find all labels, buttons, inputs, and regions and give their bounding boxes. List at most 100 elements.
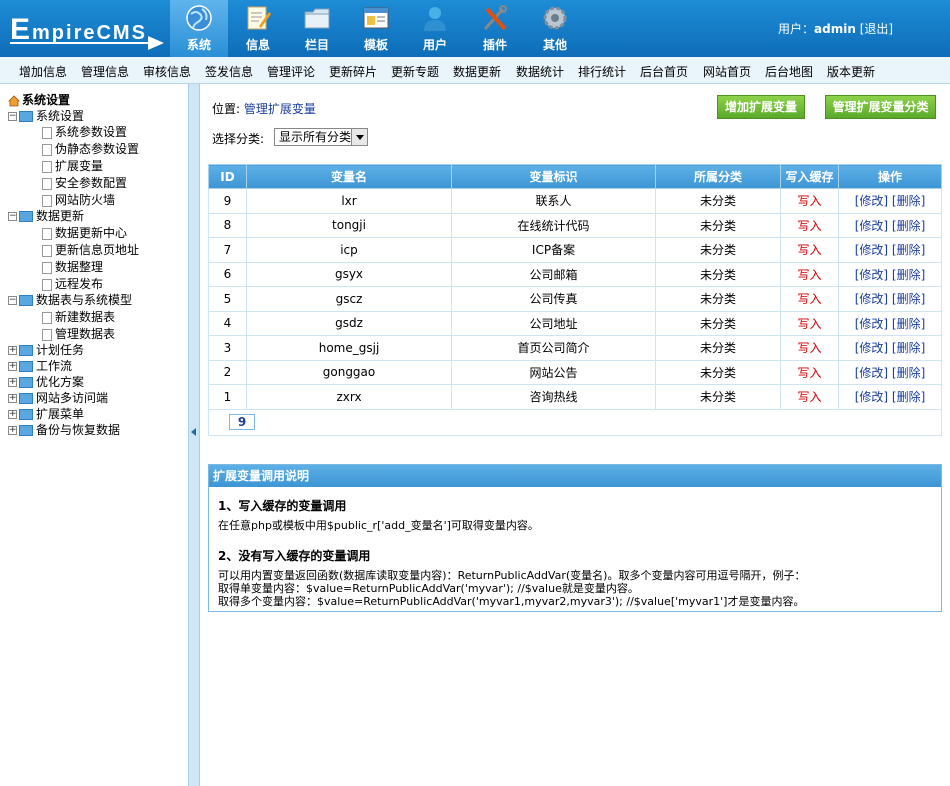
edit-link[interactable]: [修改] xyxy=(855,243,888,257)
table-row: 9 lxr 联系人 未分类 写入 [修改] [删除] xyxy=(208,188,942,214)
table-row: 1 zxrx 咨询热线 未分类 写入 [修改] [删除] xyxy=(208,384,942,410)
folder-icon xyxy=(19,377,33,388)
tree-group-backup-restore[interactable]: + 备份与恢复数据 xyxy=(8,422,120,438)
collapse-sidebar-arrow-icon[interactable] xyxy=(191,428,196,436)
tree-item-data-cleanup[interactable]: 数据整理 xyxy=(42,259,103,275)
add-ext-var-button[interactable]: 增加扩展变量 xyxy=(717,95,805,119)
expand-plus-icon[interactable]: + xyxy=(8,426,17,435)
filter-label: 选择分类: xyxy=(212,132,265,146)
tree-item-remote-publish[interactable]: 远程发布 xyxy=(42,276,103,292)
class-filter-select[interactable]: 显示所有分类 xyxy=(274,128,368,146)
cell-id: 3 xyxy=(208,335,247,361)
tree-group-optimization[interactable]: + 优化方案 xyxy=(8,374,84,390)
edit-link[interactable]: [修改] xyxy=(855,219,888,233)
delete-link[interactable]: [删除] xyxy=(892,243,925,257)
tree-group-data-update[interactable]: − 数据更新 xyxy=(8,208,84,224)
page-icon xyxy=(42,177,52,190)
nav-other[interactable]: 其他 xyxy=(526,0,584,57)
tree-group-system-settings[interactable]: − 系统设置 xyxy=(8,108,84,124)
cell-class: 未分类 xyxy=(655,359,781,385)
edit-link[interactable]: [修改] xyxy=(855,317,888,331)
edit-link[interactable]: [修改] xyxy=(855,366,888,380)
edit-link[interactable]: [修改] xyxy=(855,194,888,208)
edit-link[interactable]: [修改] xyxy=(855,341,888,355)
tree-item-update-center[interactable]: 数据更新中心 xyxy=(42,225,127,241)
menu-admin-map[interactable]: 后台地图 xyxy=(765,63,813,80)
logout-link[interactable]: [退出] xyxy=(860,22,893,36)
nav-template[interactable]: 模板 xyxy=(347,0,405,57)
tree-item-system-params[interactable]: 系统参数设置 xyxy=(42,124,127,140)
delete-link[interactable]: [删除] xyxy=(892,366,925,380)
tree-group-multi-access[interactable]: + 网站多访问端 xyxy=(8,390,108,406)
tree-group-scheduled-tasks[interactable]: + 计划任务 xyxy=(8,342,84,358)
nav-plugin[interactable]: 插件 xyxy=(466,0,524,57)
menu-update-fragments[interactable]: 更新碎片 xyxy=(329,63,377,80)
menu-manage-info[interactable]: 管理信息 xyxy=(81,63,129,80)
tree-group-label: 网站多访问端 xyxy=(36,391,109,405)
expand-plus-icon[interactable]: + xyxy=(8,410,17,419)
tools-icon xyxy=(483,5,507,31)
nav-info[interactable]: 信息 xyxy=(229,0,287,57)
tree-group-label: 计划任务 xyxy=(36,343,85,357)
cell-actions: [修改] [删除] xyxy=(838,384,942,410)
menu-admin-home[interactable]: 后台首页 xyxy=(640,63,688,80)
house-icon xyxy=(8,94,20,106)
tree-group-workflow[interactable]: + 工作流 xyxy=(8,358,72,374)
total-count-badge: 9 xyxy=(229,414,255,430)
menu-sign-info[interactable]: 签发信息 xyxy=(205,63,253,80)
page-icon xyxy=(42,160,52,173)
user-prefix: 用户： xyxy=(778,22,815,36)
cell-vartitle: 咨询热线 xyxy=(451,384,656,410)
tree-item-update-info-url[interactable]: 更新信息页地址 xyxy=(42,242,139,258)
tree-item-ext-vars[interactable]: 扩展变量 xyxy=(42,158,103,174)
edit-link[interactable]: [修改] xyxy=(855,268,888,282)
menu-data-stats[interactable]: 数据统计 xyxy=(516,63,564,80)
menu-site-home[interactable]: 网站首页 xyxy=(703,63,751,80)
menu-version-update[interactable]: 版本更新 xyxy=(827,63,875,80)
menu-review-info[interactable]: 审核信息 xyxy=(143,63,191,80)
collapse-minus-icon[interactable]: − xyxy=(8,212,17,221)
delete-link[interactable]: [删除] xyxy=(892,219,925,233)
collapse-minus-icon[interactable]: − xyxy=(8,112,17,121)
collapse-minus-icon[interactable]: − xyxy=(8,296,17,305)
breadcrumb-link[interactable]: 管理扩展变量 xyxy=(244,102,316,116)
top-header: EmpireCMS 系统 信息 栏目 模板 用户 插件 其他 用户：admin … xyxy=(0,0,950,57)
menu-rank-stats[interactable]: 排行统计 xyxy=(578,63,626,80)
edit-link[interactable]: [修改] xyxy=(855,292,888,306)
tree-item-rewrite-params[interactable]: 伪静态参数设置 xyxy=(42,141,139,157)
cell-cache: 写入 xyxy=(780,359,839,385)
nav-label: 用户 xyxy=(422,38,447,52)
tree-item-new-table[interactable]: 新建数据表 xyxy=(42,309,115,325)
chevron-down-icon[interactable] xyxy=(351,129,367,145)
tree-group-tables-models[interactable]: − 数据表与系统模型 xyxy=(8,292,132,308)
delete-link[interactable]: [删除] xyxy=(892,317,925,331)
expand-plus-icon[interactable]: + xyxy=(8,394,17,403)
delete-link[interactable]: [删除] xyxy=(892,390,925,404)
tree-group-ext-menu[interactable]: + 扩展菜单 xyxy=(8,406,84,422)
cell-actions: [修改] [删除] xyxy=(838,310,942,336)
nav-user[interactable]: 用户 xyxy=(406,0,464,57)
expand-plus-icon[interactable]: + xyxy=(8,378,17,387)
menu-add-info[interactable]: 增加信息 xyxy=(19,63,67,80)
tree-item-manage-tables[interactable]: 管理数据表 xyxy=(42,326,115,342)
nav-system[interactable]: 系统 xyxy=(170,0,228,57)
table-row: 7 icp ICP备案 未分类 写入 [修改] [删除] xyxy=(208,237,942,263)
delete-link[interactable]: [删除] xyxy=(892,268,925,282)
delete-link[interactable]: [删除] xyxy=(892,292,925,306)
delete-link[interactable]: [删除] xyxy=(892,341,925,355)
empirecms-logo[interactable]: EmpireCMS xyxy=(6,8,166,50)
tree-item-firewall[interactable]: 网站防火墙 xyxy=(42,192,115,208)
manage-var-class-button[interactable]: 管理扩展变量分类 xyxy=(825,95,936,119)
menu-manage-comments[interactable]: 管理评论 xyxy=(267,63,315,80)
table-row: 3 home_gsjj 首页公司简介 未分类 写入 [修改] [删除] xyxy=(208,335,942,361)
edit-link[interactable]: [修改] xyxy=(855,390,888,404)
expand-plus-icon[interactable]: + xyxy=(8,362,17,371)
cell-vartitle: ICP备案 xyxy=(451,237,656,263)
delete-link[interactable]: [删除] xyxy=(892,194,925,208)
expand-plus-icon[interactable]: + xyxy=(8,346,17,355)
nav-column[interactable]: 栏目 xyxy=(288,0,346,57)
user-icon xyxy=(424,7,446,31)
menu-update-topics[interactable]: 更新专题 xyxy=(391,63,439,80)
menu-data-update[interactable]: 数据更新 xyxy=(453,63,501,80)
tree-item-security-params[interactable]: 安全参数配置 xyxy=(42,175,127,191)
